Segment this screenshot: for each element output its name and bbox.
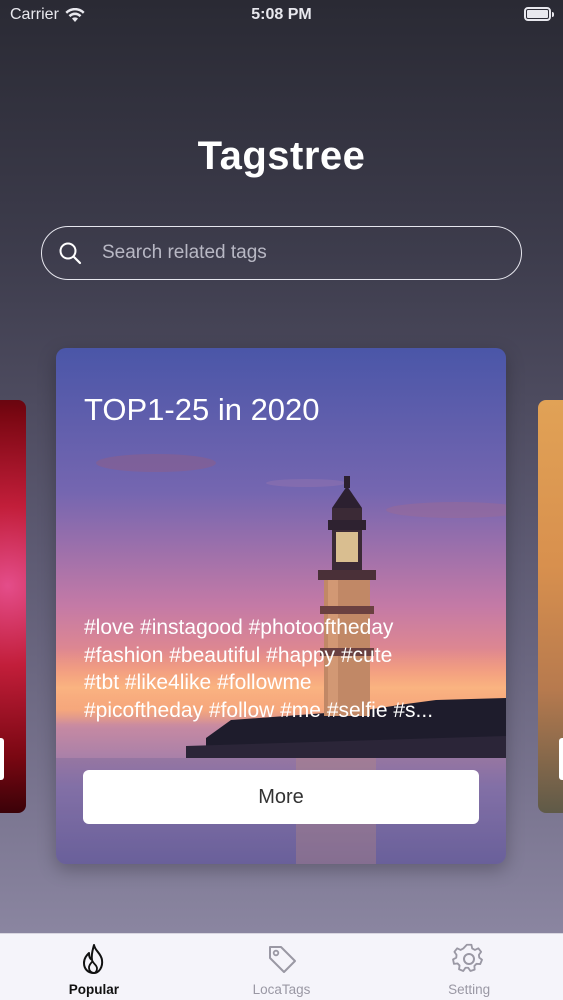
tag-line: #picoftheday #follow #me #selfie #s... [84, 698, 434, 722]
status-bar: Carrier 5:08 PM [0, 0, 563, 30]
more-button[interactable]: More [83, 770, 479, 824]
card-tag-list: #love #instagood #photooftheday #fashion… [84, 614, 482, 724]
next-card-button-edge [559, 738, 563, 780]
search-icon [59, 242, 82, 265]
gear-icon [452, 943, 484, 972]
tab-locatags[interactable]: LocaTags [188, 934, 376, 1000]
tag-line: #love #instagood #photooftheday [84, 616, 394, 639]
previous-card-button-edge [0, 738, 4, 780]
next-card-peek[interactable] [538, 400, 563, 813]
tag-line: #tbt #like4like #followme [84, 671, 312, 694]
search-input[interactable] [102, 242, 521, 264]
previous-card-peek[interactable] [0, 400, 26, 813]
tab-popular[interactable]: Popular [0, 934, 188, 1000]
card-title: TOP1-25 in 2020 [84, 392, 320, 427]
tab-label: Popular [68, 982, 119, 997]
tag-collection-card[interactable]: TOP1-25 in 2020 #love #instagood #photoo… [56, 348, 506, 864]
tab-label: Setting [448, 982, 491, 997]
search-bar[interactable] [41, 226, 522, 280]
tag-line: #fashion #beautiful #happy #cute [84, 643, 393, 667]
app-title: Tagstree [197, 134, 366, 178]
tag-icon [268, 946, 296, 973]
tab-bar: Popular LocaTags Setting [0, 933, 563, 1000]
battery-icon [524, 7, 554, 21]
tab-setting[interactable]: Setting [375, 934, 563, 1000]
tab-label: LocaTags [252, 982, 311, 997]
clock: 5:08 PM [251, 6, 312, 23]
flame-icon [82, 944, 103, 974]
